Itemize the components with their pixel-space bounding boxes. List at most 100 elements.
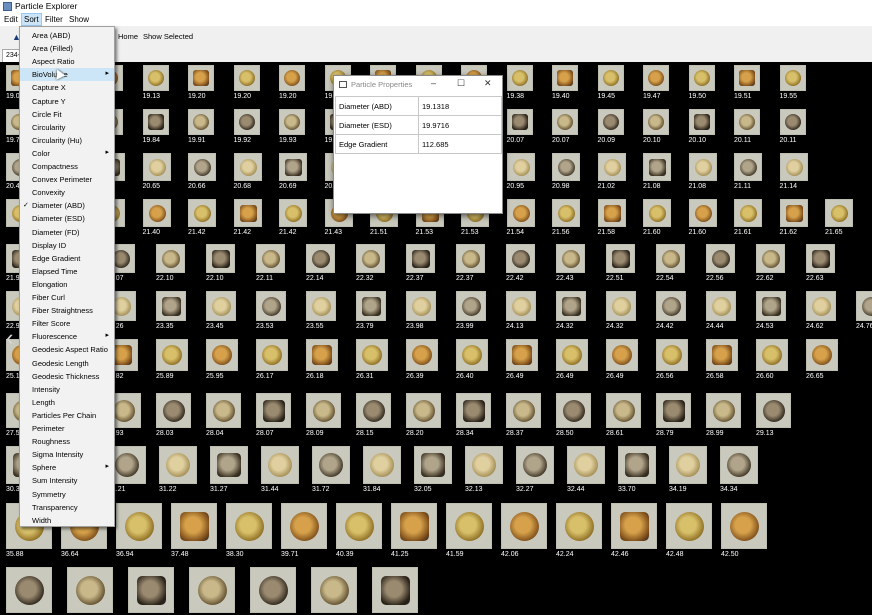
particle-image: [734, 199, 762, 227]
menu-edit[interactable]: Edit: [2, 14, 20, 25]
sort-menu-item[interactable]: Width: [20, 514, 114, 527]
particle-image: [556, 503, 602, 549]
particle-image: [720, 446, 758, 484]
sort-menu-item[interactable]: Length: [20, 396, 114, 409]
particle-image: [556, 393, 591, 428]
particle-image: [67, 567, 113, 613]
particle-image: [506, 65, 533, 91]
sort-menu-item[interactable]: Display ID: [20, 239, 114, 252]
sort-menu-item[interactable]: Circularity: [20, 121, 114, 134]
particle-size-label: 24.53: [756, 323, 774, 330]
particle-image: [756, 339, 788, 371]
show-selected-button[interactable]: Show Selected: [143, 32, 193, 41]
sort-menu-item[interactable]: Aspect Ratio: [20, 55, 114, 68]
sort-menu-item[interactable]: Geodesic Length: [20, 357, 114, 370]
sort-menu-item[interactable]: Sum Intensity: [20, 474, 114, 487]
particle-size-label: 21.14: [779, 183, 798, 190]
sort-menu-item-label: Aspect Ratio: [32, 57, 75, 67]
particle-size-label: 24.32: [606, 323, 624, 330]
particle-shape: [217, 453, 241, 477]
sort-menu-item[interactable]: Capture Y: [20, 95, 114, 108]
sort-menu-item-label: Filter Score: [32, 319, 71, 329]
sort-menu-item[interactable]: Color ▸: [20, 147, 114, 160]
submenu-arrow-icon: ▸: [105, 332, 109, 340]
menu-show[interactable]: Show: [67, 14, 91, 25]
particle-shape: [268, 453, 292, 477]
particle-image: [706, 339, 738, 371]
sort-menu-item[interactable]: Transparency: [20, 501, 114, 514]
particle-shape: [213, 400, 235, 422]
particle-size-label: 32.13: [465, 486, 483, 493]
particle-image: [356, 339, 388, 371]
sort-menu-item-label: Geodesic Thickness: [32, 371, 100, 381]
sort-menu-item[interactable]: Diameter (ESD): [20, 212, 114, 225]
sort-menu-item[interactable]: Geodesic Aspect Ratio: [20, 343, 114, 356]
particle-size-label: 22.11: [256, 275, 273, 282]
table-row[interactable]: Edge Gradient 112.685: [335, 134, 502, 154]
particle-size-label: 21.9: [6, 275, 20, 282]
sort-menu-item[interactable]: Fluorescence ▸: [20, 330, 114, 343]
sort-menu-item[interactable]: Fiber Curl: [20, 291, 114, 304]
sort-menu-item[interactable]: Convexity: [20, 186, 114, 199]
particle-shape: [262, 250, 280, 268]
sort-menu-item[interactable]: Elapsed Time: [20, 265, 114, 278]
maximize-icon[interactable]: ☐: [457, 78, 465, 89]
sort-menu-item[interactable]: Filter Score: [20, 317, 114, 330]
sort-menu-item[interactable]: Geodesic Thickness: [20, 370, 114, 383]
submenu-arrow-icon: ▸: [105, 148, 109, 156]
sort-menu-item[interactable]: BioVolume ▸: [20, 68, 114, 82]
particle-image: [206, 244, 235, 273]
sort-menu-item-label: Capture Y: [32, 96, 66, 106]
particle-image: [688, 153, 717, 181]
sort-menu-item[interactable]: Capture X: [20, 81, 114, 94]
particle-image: [233, 153, 262, 181]
sort-menu-item[interactable]: Area (Filled): [20, 42, 114, 55]
sort-menu-item[interactable]: Edge Gradient: [20, 252, 114, 265]
particle-image: [188, 199, 216, 227]
sort-menu-item[interactable]: Circle Fit: [20, 108, 114, 121]
sort-menu-item[interactable]: Fiber Straightness: [20, 304, 114, 317]
sort-menu-item[interactable]: Perimeter: [20, 422, 114, 435]
menu-sort[interactable]: Sort: [21, 13, 42, 26]
sort-menu-item-label: Fiber Curl: [32, 293, 65, 302]
sort-menu-item[interactable]: Sigma Intensity: [20, 448, 114, 461]
particle-size-label: 42.50: [721, 551, 739, 558]
sort-menu-item[interactable]: Particles Per Chain: [20, 409, 114, 422]
sort-menu-item[interactable]: Area (ABD): [20, 29, 114, 42]
home-button[interactable]: Home: [118, 32, 138, 41]
table-row[interactable]: Diameter (ABD) 19.1318: [335, 96, 502, 116]
sort-menu-item[interactable]: Diameter (FD): [20, 226, 114, 239]
particle-shape: [194, 205, 211, 222]
particle-size-label: 20.07: [552, 137, 570, 144]
particle-size-label: 31.27: [210, 486, 228, 493]
property-value: 19.1318: [418, 96, 502, 116]
left-chevron-icon[interactable]: ‹: [6, 325, 13, 351]
sort-menu-item[interactable]: Roughness: [20, 435, 114, 448]
particle-shape: [15, 576, 44, 605]
sort-menu-item[interactable]: Intensity: [20, 383, 114, 396]
particle-shape: [162, 297, 181, 316]
sort-menu-item[interactable]: Sphere ▸: [20, 461, 114, 474]
particle-shape: [676, 453, 700, 477]
sort-menu-item[interactable]: Compactness: [20, 160, 114, 173]
close-icon[interactable]: ✕: [484, 78, 492, 89]
particle-image: [506, 153, 535, 181]
particle-image: [142, 199, 171, 227]
particle-size-label: 23.55: [306, 323, 324, 330]
particle-size-label: 36.94: [116, 551, 134, 558]
particle-image: [688, 65, 715, 91]
minimize-icon[interactable]: –: [431, 78, 436, 88]
particle-image: [261, 446, 299, 484]
sort-menu-item[interactable]: Convex Perimeter: [20, 173, 114, 186]
particle-size-label: 24.44: [706, 323, 724, 330]
sort-menu-item[interactable]: Elongation: [20, 278, 114, 291]
sort-menu-item[interactable]: Circularity (Hu): [20, 134, 114, 147]
particle-image: [356, 291, 386, 321]
menu-filter[interactable]: Filter: [43, 14, 65, 25]
particle-size-label: 20.95: [506, 183, 525, 190]
sort-menu-item[interactable]: Symmetry: [20, 488, 114, 501]
table-row[interactable]: Diameter (ESD) 19.9716: [335, 115, 502, 135]
particle-size-label: 22.37: [456, 275, 474, 282]
sort-menu-item[interactable]: ✓ Diameter (ABD): [20, 199, 114, 212]
particle-image: [806, 244, 835, 273]
